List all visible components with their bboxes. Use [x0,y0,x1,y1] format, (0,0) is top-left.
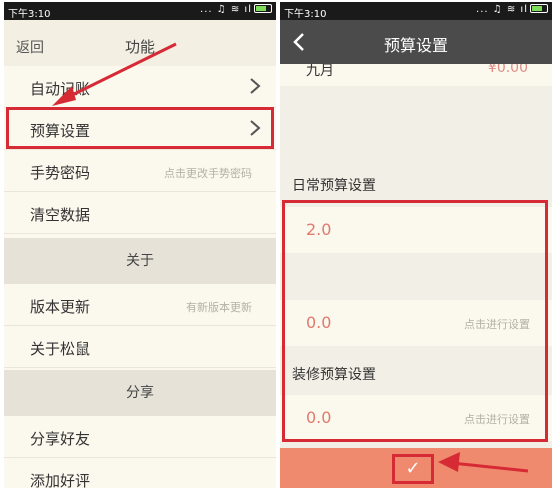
arrow-left [52,42,177,106]
arrow-right [438,452,529,473]
annotation-arrows [52,42,529,473]
